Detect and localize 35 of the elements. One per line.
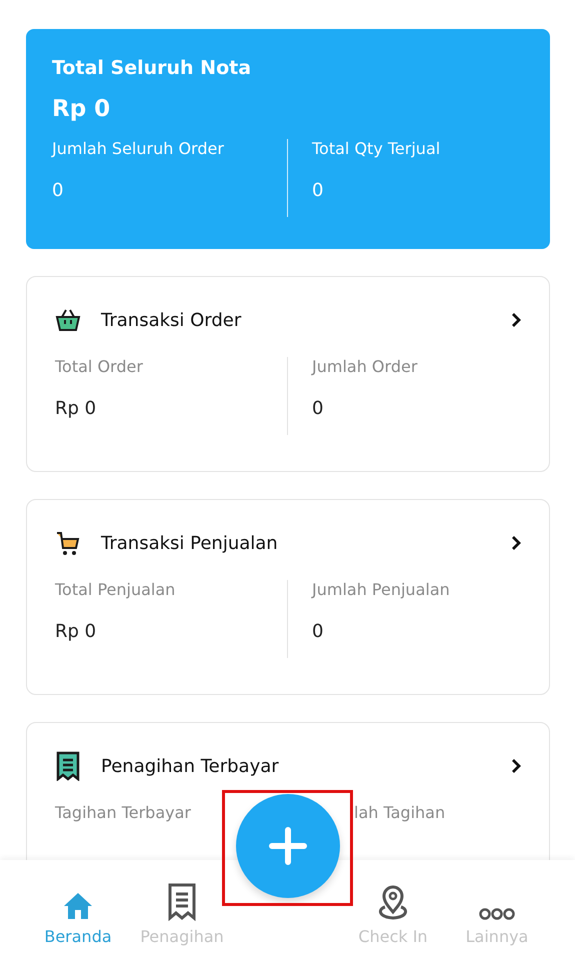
card-title: Transaksi Order — [101, 310, 242, 330]
stat-value: Rp 0 — [55, 398, 98, 419]
basket-icon — [55, 308, 81, 332]
stat-label: Jumlah Seluruh Order — [52, 139, 225, 158]
stat-label: Jumlah Order — [312, 357, 418, 376]
stat-label: Total Qty Terjual — [312, 139, 442, 158]
nav-tab[interactable]: Penagihan — [130, 860, 234, 954]
receipt-icon — [167, 883, 197, 921]
stat-label: Total Penjualan — [55, 580, 176, 599]
stat-value: 0 — [52, 180, 64, 201]
chevron-right-icon — [511, 758, 521, 774]
stat-label: lah Tagihan — [354, 803, 446, 822]
summary-card[interactable]: Transaksi Penjualan Total Penjualan Rp 0 Jumlah Penjualan 0 — [26, 499, 550, 695]
card-title: Transaksi Penjualan — [101, 532, 279, 554]
summary-card[interactable]: Transaksi Order Total Order Rp 0 Jumlah Order 0 — [26, 276, 550, 472]
receipt-icon — [55, 751, 81, 781]
nav-tab[interactable]: Beranda — [26, 860, 130, 954]
stat-value: 0 — [312, 180, 324, 201]
summary-title: Total Seluruh Nota — [52, 57, 252, 79]
chevron-right-icon — [511, 312, 521, 328]
home-icon — [62, 891, 94, 921]
stat-label: Tagihan Terbayar — [55, 803, 191, 822]
more-icon — [479, 907, 515, 921]
stat-value: Rp 0 — [55, 621, 98, 642]
chevron-right-icon — [511, 535, 521, 551]
nav-tab[interactable]: Check In — [341, 860, 445, 954]
card-title: Penagihan Terbayar — [101, 756, 280, 776]
summary-amount: Rp 0 — [52, 96, 112, 122]
stat-value: 0 — [312, 621, 324, 642]
cart-icon — [55, 530, 81, 556]
stat-label: Total Order — [55, 357, 143, 376]
plus-icon — [268, 826, 308, 866]
nav-tab[interactable]: Lainnya — [445, 860, 549, 954]
stat-value: 0 — [312, 398, 324, 419]
stat-label: Jumlah Penjualan — [312, 580, 450, 599]
